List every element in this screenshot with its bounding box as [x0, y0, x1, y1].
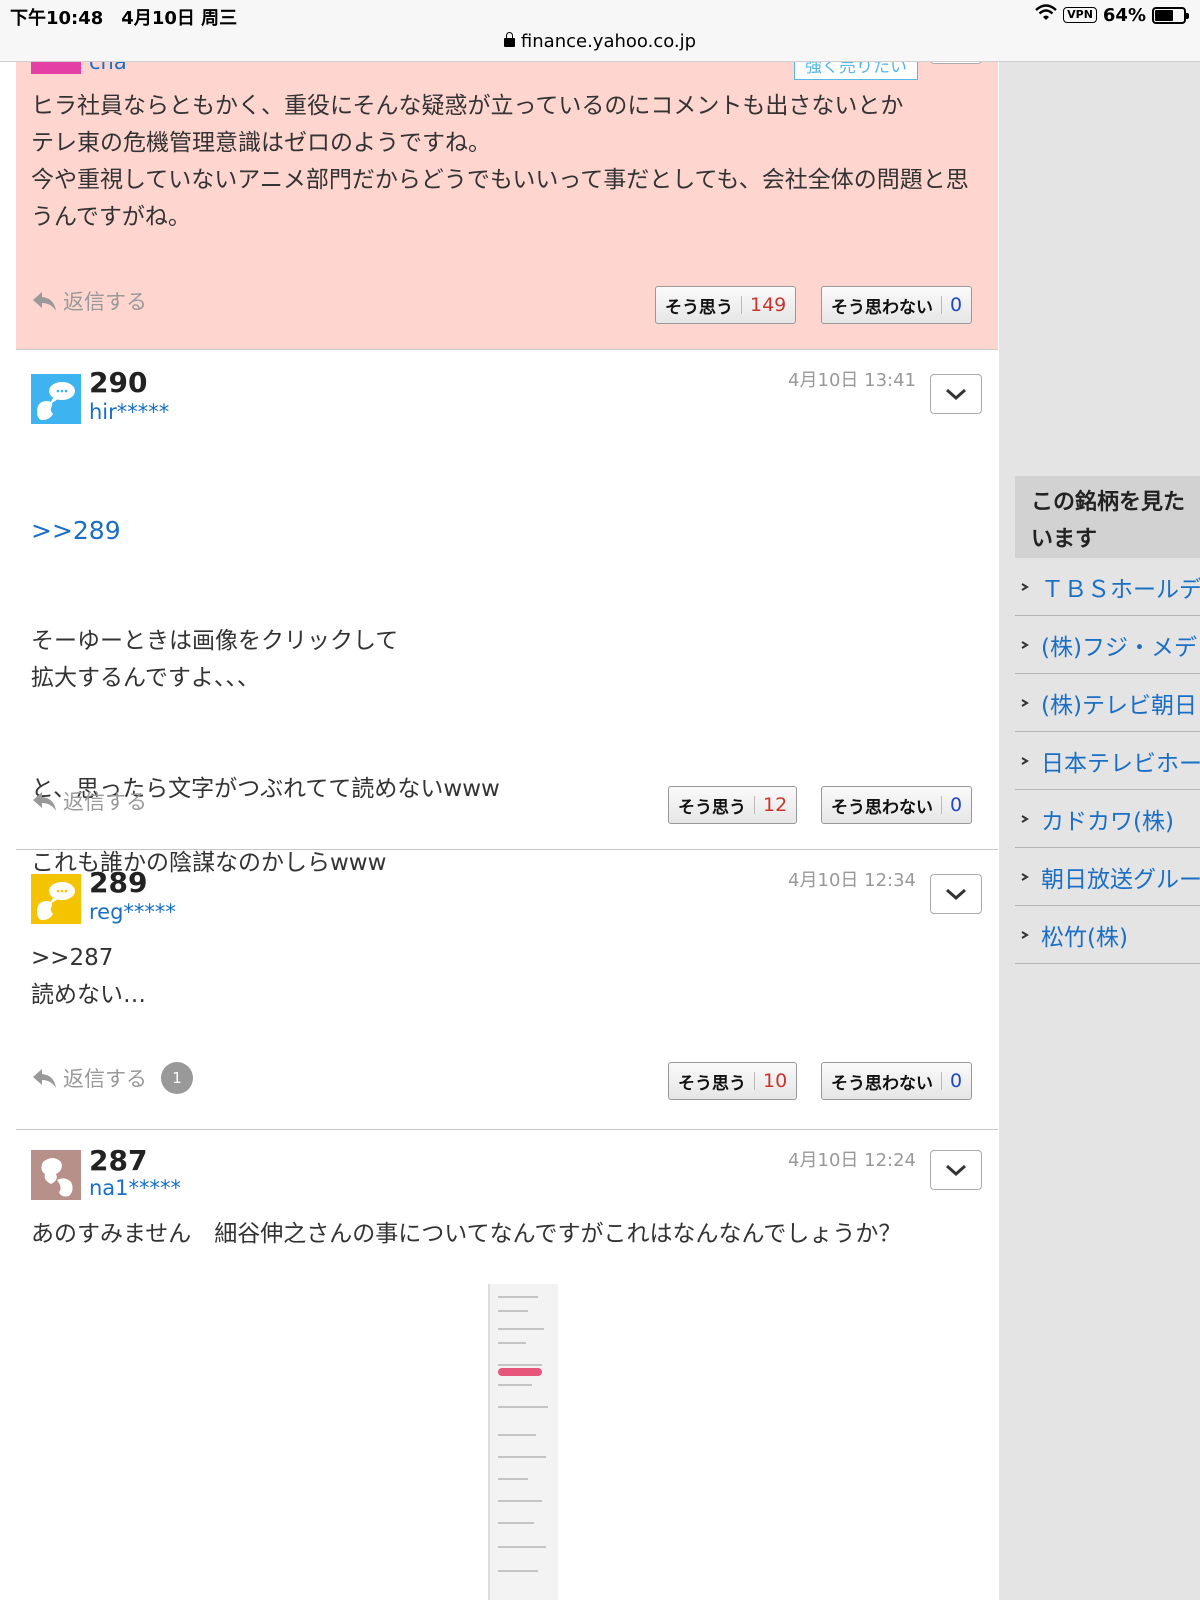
related-stock-label: (株)フジ・メデ: [1041, 634, 1197, 661]
disagree-label: そう思わない: [831, 297, 933, 318]
divider: [754, 796, 755, 814]
address-bar[interactable]: finance.yahoo.co.jp: [0, 31, 1200, 52]
reply-icon: [31, 290, 57, 312]
reply-anchor-link[interactable]: >>289: [31, 512, 982, 549]
agree-count: 149: [750, 294, 787, 316]
status-indicators: VPN 64%: [1035, 4, 1189, 26]
speech-bubble-icon: [31, 374, 81, 424]
divider: [941, 796, 942, 814]
related-stock-link[interactable]: 松竹(株): [1015, 906, 1200, 964]
battery-icon: [1152, 6, 1189, 24]
related-stock-label: 朝日放送グルー: [1041, 866, 1200, 893]
speech-bubble-icon: [31, 874, 81, 924]
related-stocks-title: この銘柄を見た います: [1031, 490, 1186, 552]
disagree-count: 0: [950, 1070, 963, 1092]
agree-count: 12: [763, 794, 788, 816]
disagree-button[interactable]: そう思わない 0: [821, 786, 973, 824]
message-board: cha 強く売りたい ヒラ社員ならともかく、重役にそんな疑惑が立っているのにコメ…: [16, 0, 998, 1600]
right-sidebar: この銘柄を見た います ＴＢＳホールデ (株)フジ・メデ (株)テレビ朝日 日本テレビ…: [999, 0, 1200, 1600]
post-body: あのすみません 細谷伸之さんの事についてなんですがこれはなんなんでしょうか？: [31, 1221, 902, 1247]
related-stock-link[interactable]: (株)テレビ朝日: [1015, 674, 1200, 732]
chevron-right-icon: [1021, 640, 1029, 649]
post-number[interactable]: 287: [89, 1144, 147, 1177]
avatar[interactable]: [31, 374, 81, 424]
disagree-count: 0: [950, 294, 963, 316]
related-stocks-heading: この銘柄を見た います: [1015, 476, 1200, 558]
chevron-right-icon: [1021, 872, 1029, 881]
related-stock-label: カドカワ(株): [1041, 808, 1174, 835]
avatar[interactable]: [31, 874, 81, 924]
reply-button[interactable]: 返信する: [31, 286, 147, 316]
related-stock-link[interactable]: 朝日放送グルー: [1015, 848, 1200, 906]
attached-screenshot-image[interactable]: [488, 1284, 558, 1600]
agree-label: そう思う: [678, 1073, 746, 1094]
agree-label: そう思う: [665, 297, 733, 318]
vpn-badge: VPN: [1063, 7, 1097, 23]
status-bar: 下午10:48 4月10日 周三 VPN 64% finance.yahoo.c…: [0, 0, 1200, 62]
post-number[interactable]: 289: [89, 866, 147, 899]
post-card: 289 reg***** 4月10日 12:34 >>287 読めない… 返信す…: [16, 850, 998, 1130]
related-stock-label: 松竹(株): [1041, 924, 1128, 951]
disagree-button[interactable]: そう思わない 0: [821, 286, 973, 324]
post-card: 290 hir***** 4月10日 13:41 >>289 そーゆーときは画像…: [16, 350, 998, 876]
chevron-down-icon: [946, 888, 966, 901]
post-text: そーゆーときは画像をクリックして 拡大するんですよ、、、 と、思ったら文字がつぶ…: [31, 628, 500, 876]
reply-label: 返信する: [63, 790, 147, 814]
disagree-button[interactable]: そう思わない 0: [821, 1062, 973, 1100]
post-menu-button[interactable]: [930, 874, 982, 914]
chevron-right-icon: [1021, 582, 1029, 591]
chevron-right-icon: [1021, 930, 1029, 939]
reply-count-badge[interactable]: 1: [161, 1062, 193, 1094]
chevron-right-icon: [1021, 814, 1029, 823]
agree-button[interactable]: そう思う 149: [655, 286, 797, 324]
related-stock-link[interactable]: 日本テレビホー: [1015, 732, 1200, 790]
post-body: ヒラ社員ならともかく、重役にそんな疑惑が立っているのにコメントも出さないとか テ…: [31, 93, 969, 230]
agree-label: そう思う: [678, 797, 746, 818]
related-stock-link[interactable]: カドカワ(株): [1015, 790, 1200, 848]
battery-level: [1155, 9, 1173, 21]
post-number[interactable]: 290: [89, 366, 147, 399]
lock-icon: [503, 32, 515, 47]
post-body: >>287 読めない…: [31, 945, 146, 1008]
reply-icon: [31, 1067, 57, 1089]
chevron-right-icon: [1021, 756, 1029, 765]
agree-button[interactable]: そう思う 12: [668, 786, 798, 824]
disagree-label: そう思わない: [831, 797, 933, 818]
post-date: 4月10日 12:24: [788, 1150, 916, 1171]
reply-label: 返信する: [63, 1067, 147, 1091]
avatar[interactable]: [31, 1150, 81, 1200]
related-stock-label: ＴＢＳホールデ: [1041, 576, 1200, 603]
user-id[interactable]: hir*****: [89, 400, 169, 424]
post-date: 4月10日 13:41: [788, 370, 916, 391]
reply-button[interactable]: 返信する 1: [31, 1062, 193, 1094]
divider: [754, 1072, 755, 1090]
related-stock-link[interactable]: (株)フジ・メデ: [1015, 616, 1200, 674]
user-silhouette-icon: [31, 1150, 81, 1200]
chevron-down-icon: [946, 1164, 966, 1177]
divider: [941, 1072, 942, 1090]
user-id[interactable]: reg*****: [89, 900, 176, 924]
disagree-count: 0: [950, 794, 963, 816]
related-stock-label: (株)テレビ朝日: [1041, 692, 1197, 719]
agree-count: 10: [763, 1070, 788, 1092]
related-stock-link[interactable]: ＴＢＳホールデ: [1015, 558, 1200, 616]
related-stock-label: 日本テレビホー: [1041, 750, 1200, 777]
post-date: 4月10日 12:34: [788, 870, 916, 891]
reply-icon: [31, 790, 57, 812]
chevron-down-icon: [946, 388, 966, 401]
reply-button[interactable]: 返信する: [31, 786, 147, 816]
divider: [741, 296, 742, 314]
battery-percent: 64%: [1102, 4, 1146, 26]
wifi-icon: [1035, 4, 1057, 26]
agree-button[interactable]: そう思う 10: [668, 1062, 798, 1100]
post-menu-button[interactable]: [930, 374, 982, 414]
chevron-right-icon: [1021, 698, 1029, 707]
divider: [941, 296, 942, 314]
status-time: 下午10:48 4月10日 周三: [10, 8, 238, 29]
disagree-label: そう思わない: [831, 1073, 933, 1094]
url-text: finance.yahoo.co.jp: [520, 31, 697, 52]
reply-label: 返信する: [63, 290, 147, 314]
post-menu-button[interactable]: [930, 1150, 982, 1190]
user-id[interactable]: na1*****: [89, 1176, 181, 1200]
